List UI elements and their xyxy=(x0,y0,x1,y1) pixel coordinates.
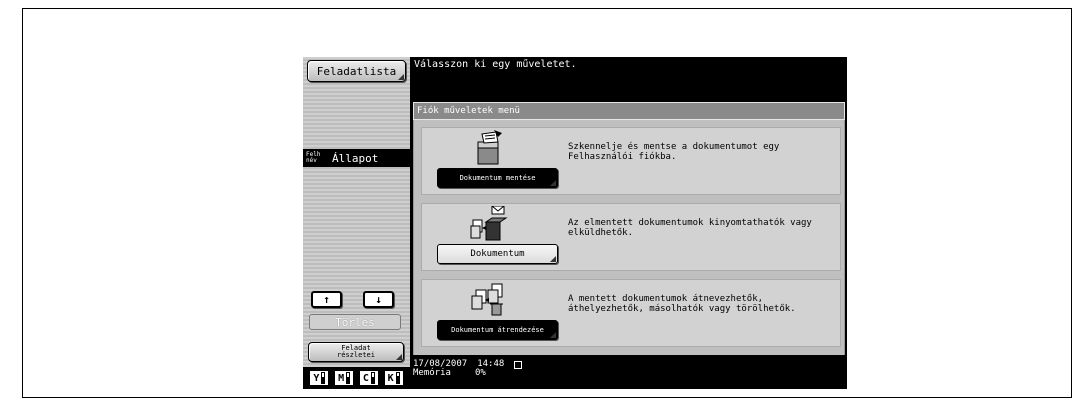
down-arrow-icon: ↓ xyxy=(375,293,382,306)
job-list-label: Feladatlista xyxy=(316,64,397,78)
save-document-button[interactable]: Dokumentum mentése xyxy=(437,168,558,188)
job-details-button[interactable]: Feladat részletei xyxy=(308,342,404,362)
toner-k-label: K xyxy=(387,372,394,384)
toner-m: M xyxy=(335,371,354,385)
menu-title-text: Fiók műveletek menü xyxy=(417,106,520,116)
save-document-icon xyxy=(477,130,502,165)
toner-y-label: Y xyxy=(313,372,320,384)
organize-document-label: Dokumentum átrendezése xyxy=(447,326,548,334)
use-document-label: Dokumentum xyxy=(470,249,525,259)
status-label: Állapot xyxy=(332,151,379,165)
organize-document-button[interactable]: Dokumentum átrendezése xyxy=(437,320,558,340)
toner-levels: Y M C K xyxy=(303,367,410,389)
toner-c: C xyxy=(359,371,378,385)
toner-m-level xyxy=(346,372,351,384)
network-icon xyxy=(514,360,523,369)
document-frame: Feladatlista Felh név Állapot ↑ ↓ Törlés… xyxy=(22,8,1072,398)
menu-item-organize-document: Dokumentum átrendezése A mentett dokumen… xyxy=(421,279,841,347)
organize-document-icon xyxy=(471,283,503,316)
toner-y: Y xyxy=(310,371,329,385)
job-list-button[interactable]: Feladatlista xyxy=(307,60,406,82)
memory-label: Memória xyxy=(413,368,451,378)
toner-k-level xyxy=(395,372,400,384)
toner-y-level xyxy=(321,372,326,384)
delete-label: Törlés xyxy=(335,315,375,329)
scroll-down-button[interactable]: ↓ xyxy=(363,291,394,308)
memory-value: 0% xyxy=(474,368,486,378)
toner-c-level xyxy=(370,372,375,384)
toner-k: K xyxy=(384,371,403,385)
scroll-up-button[interactable]: ↑ xyxy=(311,291,342,308)
job-details-label: Feladat részletei xyxy=(337,344,375,359)
delete-button[interactable]: Törlés xyxy=(309,314,401,330)
left-panel: Feladatlista Felh név Állapot ↑ ↓ Törlés… xyxy=(303,57,410,389)
menu-item-save-document: Dokumentum mentése Szkennelje és mentse … xyxy=(421,127,841,195)
toner-c-label: C xyxy=(362,372,369,384)
menu-item-use-document: Dokumentum Az elmentett dokumentumok kin… xyxy=(421,203,841,271)
instruction-message: Válasszon ki egy műveletet. xyxy=(414,59,577,70)
user-name-label: Felh név xyxy=(306,151,321,164)
up-arrow-icon: ↑ xyxy=(323,293,330,306)
status-footer: 17/08/2007 14:48 Memória 0% xyxy=(413,360,523,378)
organize-document-description: A mentett dokumentumok átnevezhetők, áth… xyxy=(568,294,796,314)
save-document-label: Dokumentum mentése xyxy=(455,174,540,182)
use-document-icon xyxy=(470,206,508,241)
use-document-description: Az elmentett dokumentumok kinyomtathatók… xyxy=(568,218,812,238)
use-document-button[interactable]: Dokumentum xyxy=(437,244,558,264)
save-document-description: Szkennelje és mentse a dokumentumot egy … xyxy=(568,142,780,162)
menu-title: Fiók műveletek menü xyxy=(413,102,845,120)
job-status-header: Felh név Állapot xyxy=(303,149,410,167)
control-panel-screen: Feladatlista Felh név Állapot ↑ ↓ Törlés… xyxy=(303,57,847,389)
menu-body: Dokumentum mentése Szkennelje és mentse … xyxy=(413,120,845,355)
toner-m-label: M xyxy=(338,372,345,384)
